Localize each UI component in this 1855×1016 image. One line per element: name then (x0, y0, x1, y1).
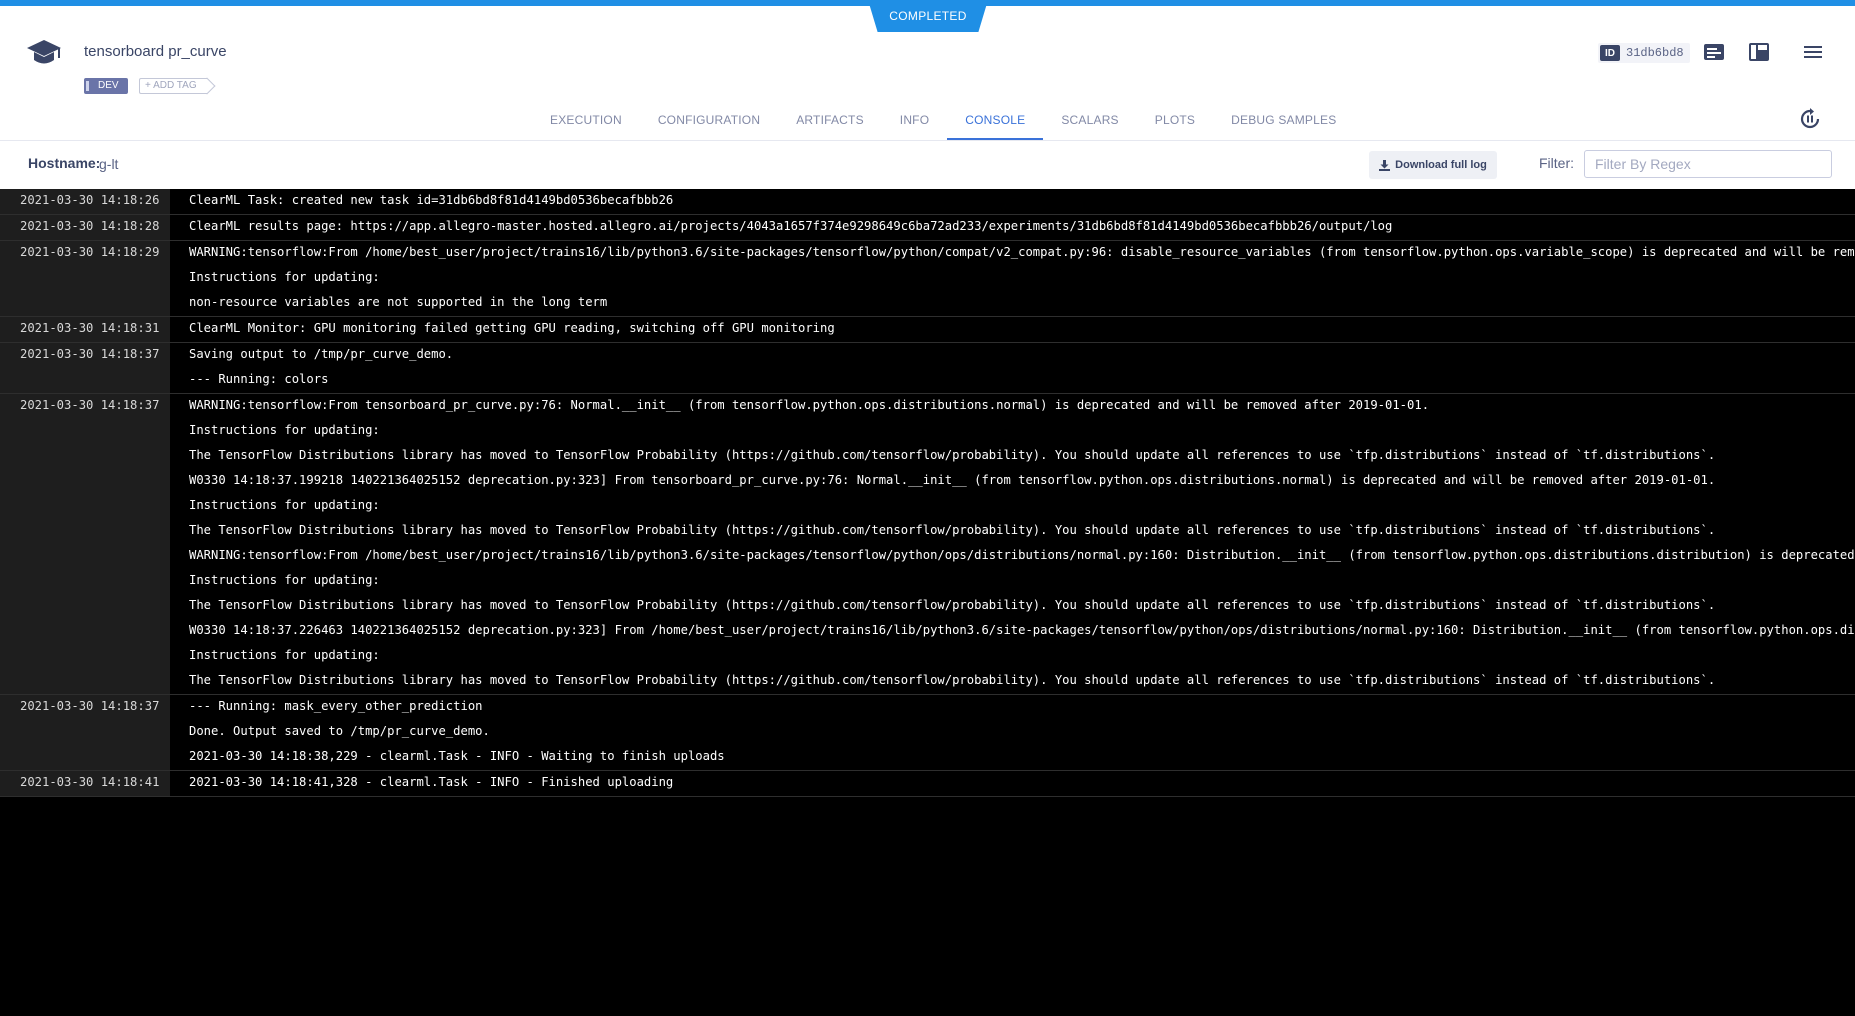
log-line: ClearML results page: https://app.allegr… (189, 219, 1393, 233)
menu-icon[interactable] (1801, 42, 1825, 62)
hostname-label: Hostname: (28, 155, 101, 171)
log-line: ClearML Task: created new task id=31db6b… (189, 193, 674, 207)
log-line: W0330 14:18:37.226463 140221364025152 de… (189, 623, 1855, 637)
log-line: Done. Output saved to /tmp/pr_curve_demo… (189, 724, 490, 738)
log-timestamp: 2021-03-30 14:18:37 (0, 695, 170, 770)
log-timestamp-text: 2021-03-30 14:18:29 (20, 245, 160, 259)
log-line: The TensorFlow Distributions library has… (189, 448, 1716, 462)
download-full-log-label: Download full log (1395, 159, 1487, 171)
auto-refresh-icon[interactable] (1798, 107, 1822, 131)
log-line: Instructions for updating: (189, 270, 380, 284)
task-id-badge[interactable]: ID 31db6bd8 (1598, 43, 1690, 63)
log-timestamp-text: 2021-03-30 14:18:26 (20, 193, 160, 207)
log-line: The TensorFlow Distributions library has… (189, 523, 1716, 537)
log-line: ClearML Monitor: GPU monitoring failed g… (189, 321, 835, 335)
tab-configuration[interactable]: CONFIGURATION (640, 100, 778, 140)
log-timestamp: 2021-03-30 14:18:26 (0, 189, 170, 214)
log-lines: ClearML Monitor: GPU monitoring failed g… (170, 317, 1855, 342)
log-entry: 2021-03-30 14:18:37 WARNING:tensorflow:Fr… (0, 394, 1855, 695)
tab-console[interactable]: CONSOLE (947, 100, 1044, 140)
log-timestamp-text: 2021-03-30 14:18:37 (20, 699, 160, 713)
log-lines: --- Running: mask_every_other_prediction… (170, 695, 1855, 770)
log-line: --- Running: colors (189, 372, 329, 386)
log-entry: 2021-03-30 14:18:41 2021-03-30 14:18:41,3… (0, 771, 1855, 797)
log-line: Instructions for updating: (189, 648, 380, 662)
filter-input[interactable] (1584, 150, 1832, 178)
log-timestamp-text: 2021-03-30 14:18:37 (20, 398, 160, 412)
log-entry: 2021-03-30 14:18:26 ClearML Task: created… (0, 189, 1855, 215)
tab-scalars[interactable]: SCALARS (1043, 100, 1136, 140)
log-timestamp: 2021-03-30 14:18:28 (0, 215, 170, 240)
log-lines: ClearML Task: created new task id=31db6b… (170, 189, 1855, 214)
filter-label: Filter: (1539, 155, 1574, 171)
log-line: W0330 14:18:37.199218 140221364025152 de… (189, 473, 1716, 487)
log-lines: WARNING:tensorflow:From /home/best_user/… (170, 241, 1855, 316)
log-lines: Saving output to /tmp/pr_curve_demo. --- … (170, 343, 1855, 393)
layout-toggle-icon[interactable] (1747, 42, 1771, 62)
download-icon (1379, 159, 1391, 171)
log-timestamp-text: 2021-03-30 14:18:37 (20, 347, 160, 361)
graduation-cap-icon (27, 40, 61, 64)
log-timestamp-text: 2021-03-30 14:18:28 (20, 219, 160, 233)
download-full-log-button[interactable]: Download full log (1369, 151, 1497, 179)
tab-info[interactable]: INFO (882, 100, 947, 140)
log-timestamp: 2021-03-30 14:18:29 (0, 241, 170, 316)
task-title: tensorboard pr_curve (84, 43, 227, 60)
log-line: The TensorFlow Distributions library has… (189, 673, 1716, 687)
log-line: Instructions for updating: (189, 498, 380, 512)
console-toolbar (0, 141, 1855, 189)
log-lines: 2021-03-30 14:18:41,328 - clearml.Task -… (170, 771, 1855, 796)
log-line: WARNING:tensorflow:From tensorboard_pr_c… (189, 398, 1430, 412)
log-entry: 2021-03-30 14:18:31 ClearML Monitor: GPU … (0, 317, 1855, 343)
log-entry: 2021-03-30 14:18:29 WARNING:tensorflow:Fr… (0, 241, 1855, 317)
tab-artifacts[interactable]: ARTIFACTS (778, 100, 882, 140)
add-tag-button[interactable]: + ADD TAG (139, 78, 207, 94)
id-icon: ID (1600, 45, 1620, 61)
log-line: non-resource variables are not supported… (189, 295, 608, 309)
log-timestamp: 2021-03-30 14:18:31 (0, 317, 170, 342)
task-id-value: 31db6bd8 (1626, 46, 1684, 60)
log-entry: 2021-03-30 14:18:37 --- Running: mask_eve… (0, 695, 1855, 771)
log-lines: WARNING:tensorflow:From tensorboard_pr_c… (170, 394, 1855, 694)
log-timestamp: 2021-03-30 14:18:41 (0, 771, 170, 796)
log-line: Instructions for updating: (189, 423, 380, 437)
log-entry: 2021-03-30 14:18:28 ClearML results page:… (0, 215, 1855, 241)
log-line: Saving output to /tmp/pr_curve_demo. (189, 347, 454, 361)
log-line: 2021-03-30 14:18:38,229 - clearml.Task -… (189, 749, 725, 763)
log-entry: 2021-03-30 14:18:37 Saving output to /tmp… (0, 343, 1855, 394)
log-timestamp-text: 2021-03-30 14:18:41 (20, 775, 160, 789)
log-line: WARNING:tensorflow:From /home/best_user/… (189, 548, 1855, 562)
tab-execution[interactable]: EXECUTION (532, 100, 640, 140)
log-line: 2021-03-30 14:18:41,328 - clearml.Task -… (189, 775, 674, 789)
log-line: Instructions for updating: (189, 573, 380, 587)
status-badge: COMPLETED (868, 0, 988, 32)
task-header: COMPLETED tensorboard pr_curve DEV + ADD… (0, 0, 1855, 140)
log-timestamp: 2021-03-30 14:18:37 (0, 343, 170, 393)
tag-dev[interactable]: DEV (84, 78, 128, 94)
info-panel-icon[interactable] (1702, 42, 1726, 62)
log-line: --- Running: mask_every_other_prediction (189, 699, 483, 713)
log-line: WARNING:tensorflow:From /home/best_user/… (189, 245, 1855, 259)
log-timestamp-text: 2021-03-30 14:18:31 (20, 321, 160, 335)
log-timestamp: 2021-03-30 14:18:37 (0, 394, 170, 694)
tab-debug-samples[interactable]: DEBUG SAMPLES (1213, 100, 1354, 140)
console-log[interactable]: 2021-03-30 14:18:26 ClearML Task: created… (0, 189, 1855, 1016)
tab-plots[interactable]: PLOTS (1137, 100, 1213, 140)
hostname-value: g-lt (99, 156, 119, 172)
tab-bar: EXECUTION CONFIGURATION ARTIFACTS INFO C… (532, 100, 1354, 140)
log-lines: ClearML results page: https://app.allegr… (170, 215, 1855, 240)
log-line: The TensorFlow Distributions library has… (189, 598, 1716, 612)
